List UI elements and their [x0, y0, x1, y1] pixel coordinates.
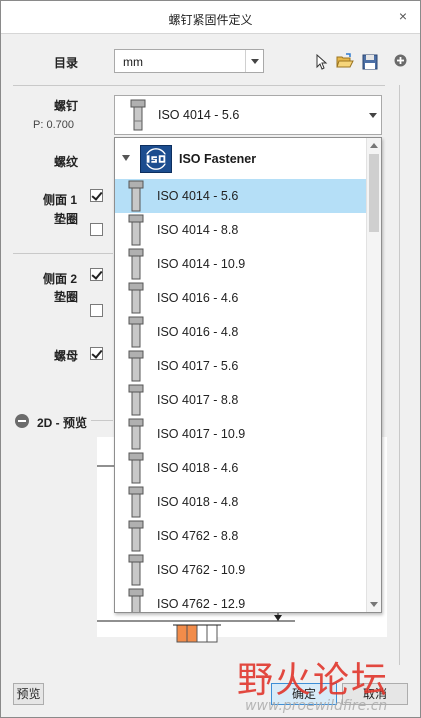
fastener-definition-dialog: 螺钉紧固件定义 × 目录 mm 螺钉 P: 0.700 ISO 4014 - 5… — [0, 0, 421, 718]
separator — [91, 420, 113, 421]
preview-button[interactable]: 预览 — [13, 683, 44, 705]
dropdown-item[interactable]: ISO 4018 - 4.8 — [115, 485, 367, 519]
screw-selected-value: ISO 4014 - 5.6 — [158, 108, 240, 122]
bolt-icon — [128, 350, 144, 382]
dropdown-group-header[interactable]: ISO Fastener — [115, 144, 367, 174]
iso-logo-icon — [140, 145, 172, 173]
bolt-icon — [130, 99, 146, 131]
nut-label: 螺母 — [54, 349, 79, 363]
chevron-down-icon[interactable] — [365, 96, 381, 134]
side1-checkbox[interactable] — [90, 189, 103, 202]
dropdown-item-label: ISO 4014 - 10.9 — [157, 257, 246, 271]
side1-washer-checkbox[interactable] — [90, 223, 103, 236]
side1-label: 侧面 1 — [43, 193, 78, 207]
chevron-down-icon[interactable] — [245, 50, 263, 72]
dropdown-item-label: ISO 4017 - 5.6 — [157, 359, 239, 373]
dropdown-item[interactable]: ISO 4014 - 10.9 — [115, 247, 367, 281]
bolt-icon — [128, 282, 144, 314]
dropdown-item[interactable]: ISO 4017 - 8.8 — [115, 383, 367, 417]
bolt-icon — [128, 452, 144, 484]
separator — [13, 253, 113, 254]
add-icon[interactable] — [394, 54, 407, 67]
pointer-icon[interactable] — [313, 54, 329, 70]
bolt-icon — [128, 554, 144, 586]
directory-label: 目录 — [54, 56, 79, 70]
dropdown-item[interactable]: ISO 4016 - 4.8 — [115, 315, 367, 349]
close-icon[interactable]: × — [395, 7, 411, 25]
side2-label: 侧面 2 — [43, 272, 78, 286]
bolt-icon — [128, 180, 144, 212]
bolt-icon — [128, 248, 144, 280]
right-divider — [399, 85, 400, 665]
bolt-icon — [128, 316, 144, 348]
dropdown-item-label: ISO 4018 - 4.8 — [157, 495, 239, 509]
dropdown-item-label: ISO 4017 - 10.9 — [157, 427, 246, 441]
dropdown-item-label: ISO 4016 - 4.6 — [157, 291, 239, 305]
directory-value: mm — [123, 55, 143, 69]
expand-triangle-icon[interactable] — [122, 155, 130, 161]
save-icon[interactable] — [362, 54, 378, 70]
dropdown-item-label: ISO 4016 - 4.8 — [157, 325, 239, 339]
screw-label: 螺钉 — [54, 99, 79, 113]
dropdown-item[interactable]: ISO 4762 - 8.8 — [115, 519, 367, 553]
dropdown-item-label: ISO 4014 - 8.8 — [157, 223, 239, 237]
thread-label: 螺纹 — [54, 155, 79, 169]
scroll-up-icon[interactable] — [370, 143, 378, 148]
side1-washer-label: 垫圈 — [54, 212, 79, 226]
bolt-icon — [128, 588, 144, 612]
screw-select[interactable]: ISO 4014 - 5.6 — [114, 95, 382, 135]
separator — [13, 85, 385, 86]
dropdown-item-label: ISO 4018 - 4.6 — [157, 461, 239, 475]
bolt-icon — [128, 384, 144, 416]
open-folder-icon[interactable] — [336, 53, 354, 69]
preview-section-label: 2D - 预览 — [37, 416, 88, 430]
dropdown-item[interactable]: ISO 4014 - 5.6 — [115, 179, 367, 213]
dropdown-item[interactable]: ISO 4014 - 8.8 — [115, 213, 367, 247]
dropdown-item-label: ISO 4014 - 5.6 — [157, 189, 239, 203]
watermark-title: 野火论坛 — [237, 660, 390, 701]
collapse-icon[interactable] — [15, 414, 29, 428]
bolt-icon — [128, 418, 144, 450]
dropdown-item-label: ISO 4762 - 8.8 — [157, 529, 239, 543]
directory-select[interactable]: mm — [114, 49, 264, 73]
dropdown-scrollbar[interactable] — [366, 138, 381, 612]
dialog-title: 螺钉紧固件定义 — [168, 13, 253, 27]
bolt-icon — [128, 520, 144, 552]
screw-dropdown-list[interactable]: ISO Fastener ISO 4014 - 5.6 ISO 4014 - 8.… — [114, 137, 382, 613]
watermark-url: www.proewildfire.cn — [245, 698, 388, 714]
scroll-thumb[interactable] — [369, 154, 379, 232]
side2-checkbox[interactable] — [90, 268, 103, 281]
title-bar: 螺钉紧固件定义 × — [1, 1, 420, 34]
scroll-down-icon[interactable] — [370, 602, 378, 607]
pitch-value: P: 0.700 — [33, 119, 74, 131]
group-label: ISO Fastener — [179, 152, 257, 166]
dropdown-item[interactable]: ISO 4016 - 4.6 — [115, 281, 367, 315]
dropdown-item[interactable]: ISO 4762 - 12.9 — [115, 587, 367, 612]
dropdown-item[interactable]: ISO 4017 - 5.6 — [115, 349, 367, 383]
dropdown-item-label: ISO 4762 - 10.9 — [157, 563, 246, 577]
bolt-icon — [128, 214, 144, 246]
dropdown-item[interactable]: ISO 4017 - 10.9 — [115, 417, 367, 451]
dropdown-item[interactable]: ISO 4762 - 10.9 — [115, 553, 367, 587]
dropdown-item-label: ISO 4017 - 8.8 — [157, 393, 239, 407]
dropdown-item[interactable]: ISO 4018 - 4.6 — [115, 451, 367, 485]
side2-washer-label: 垫圈 — [54, 290, 79, 304]
side2-washer-checkbox[interactable] — [90, 304, 103, 317]
nut-checkbox[interactable] — [90, 347, 103, 360]
dropdown-item-label: ISO 4762 - 12.9 — [157, 597, 246, 611]
bolt-icon — [128, 486, 144, 518]
